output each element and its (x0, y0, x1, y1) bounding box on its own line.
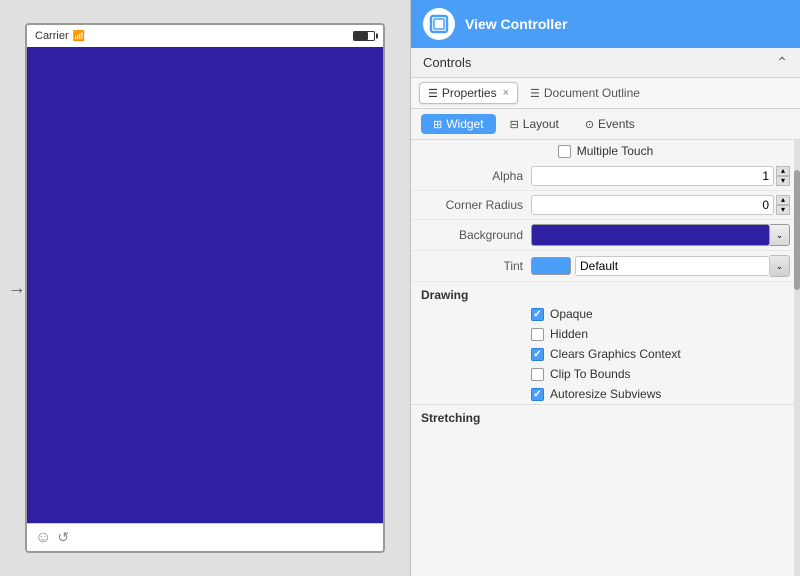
vc-header: View Controller (411, 0, 800, 48)
scrollbar-track (794, 140, 800, 576)
doc-outline-label: Document Outline (544, 86, 640, 100)
tab-layout[interactable]: ⊟ Layout (498, 114, 571, 134)
opaque-checkbox[interactable] (531, 308, 544, 321)
simulator-frame: Carrier 📶 ☺ ↺ (25, 23, 385, 553)
alpha-stepper: ▴ ▾ (776, 166, 790, 186)
events-icon: ⊙ (585, 118, 594, 131)
tab-events[interactable]: ⊙ Events (573, 114, 647, 134)
carrier-label: Carrier (35, 30, 69, 42)
events-label: Events (598, 117, 635, 131)
background-dropdown-btn[interactable]: ⌄ (770, 224, 790, 246)
stretching-header: Stretching (411, 404, 800, 427)
multiple-touch-row: Multiple Touch (411, 140, 800, 162)
opaque-label: Opaque (550, 307, 593, 321)
simulator-bottom-bar: ☺ ↺ (27, 523, 383, 551)
tab-bar: ☰ Properties × ☰ Document Outline (411, 78, 800, 109)
simulator-panel: → Carrier 📶 ☺ ↺ (0, 0, 410, 576)
controls-label: Controls (423, 55, 471, 70)
background-row: Background ⌄ (411, 220, 800, 251)
inspector-panel: View Controller Controls ⌃ ☰ Properties … (410, 0, 800, 576)
vc-title: View Controller (465, 16, 567, 32)
corner-radius-label: Corner Radius (421, 198, 531, 212)
simulator-statusbar: Carrier 📶 (27, 25, 383, 47)
alpha-label: Alpha (421, 169, 531, 183)
vc-square-icon (429, 14, 449, 34)
corner-radius-stepper-down[interactable]: ▾ (776, 205, 790, 215)
corner-radius-stepper-up[interactable]: ▴ (776, 195, 790, 205)
hidden-checkbox[interactable] (531, 328, 544, 341)
tab-close-button[interactable]: × (503, 87, 509, 99)
layout-label: Layout (523, 117, 559, 131)
statusbar-right (353, 31, 375, 41)
alpha-input[interactable] (531, 166, 774, 186)
tint-dropdown-arrow[interactable]: ⌄ (770, 255, 790, 277)
hidden-label: Hidden (550, 327, 588, 341)
arrow-indicator: → (8, 278, 26, 299)
doc-outline-icon: ☰ (530, 87, 540, 100)
clears-graphics-checkbox[interactable] (531, 348, 544, 361)
clears-graphics-row: Clears Graphics Context (411, 344, 800, 364)
hidden-row: Hidden (411, 324, 800, 344)
properties-icon: ☰ (428, 87, 438, 100)
background-dropdown-arrow: ⌄ (776, 230, 784, 241)
tint-row: Tint Default ⌄ (411, 251, 800, 282)
tab-properties[interactable]: ☰ Properties × (419, 82, 518, 104)
drawing-header: Drawing (411, 282, 800, 304)
corner-radius-stepper: ▴ ▾ (776, 195, 790, 215)
statusbar-left: Carrier 📶 (35, 30, 85, 42)
tint-value-label: Default (580, 259, 765, 273)
clip-to-bounds-checkbox[interactable] (531, 368, 544, 381)
tint-select[interactable]: Default (575, 256, 770, 276)
clip-to-bounds-row: Clip To Bounds (411, 364, 800, 384)
alpha-stepper-down[interactable]: ▾ (776, 176, 790, 186)
alpha-value: ▴ ▾ (531, 166, 790, 186)
scrollbar-thumb[interactable] (794, 170, 800, 290)
clears-graphics-label: Clears Graphics Context (550, 347, 681, 361)
clip-to-bounds-label: Clip To Bounds (550, 367, 631, 381)
battery-fill (354, 32, 368, 40)
widget-icon: ⊞ (433, 118, 442, 131)
opaque-row: Opaque (411, 304, 800, 324)
multiple-touch-checkbox[interactable] (558, 145, 571, 158)
tint-label: Tint (421, 259, 531, 273)
vc-icon (423, 8, 455, 40)
autoresize-label: Autoresize Subviews (550, 387, 661, 401)
chevron-up-icon[interactable]: ⌃ (776, 54, 788, 71)
background-value: ⌄ (531, 224, 790, 246)
layout-icon: ⊟ (510, 118, 519, 131)
tab-widget[interactable]: ⊞ Widget (421, 114, 496, 134)
background-color-well[interactable] (531, 224, 770, 246)
corner-radius-input[interactable] (531, 195, 774, 215)
alpha-row: Alpha ▴ ▾ (411, 162, 800, 191)
corner-radius-value: ▴ ▾ (531, 195, 790, 215)
wifi-icon: 📶 (73, 31, 85, 42)
autoresize-row: Autoresize Subviews (411, 384, 800, 404)
view-tabs: ⊞ Widget ⊟ Layout ⊙ Events (411, 109, 800, 140)
properties-content: Multiple Touch Alpha ▴ ▾ Corner Radius ▴… (411, 140, 800, 576)
tint-chevron: ⌄ (776, 261, 784, 272)
multiple-touch-label: Multiple Touch (577, 144, 654, 158)
autoresize-checkbox[interactable] (531, 388, 544, 401)
recycle-icon: ↺ (57, 529, 69, 546)
battery-icon (353, 31, 375, 41)
widget-label: Widget (446, 117, 483, 131)
background-label: Background (421, 228, 531, 242)
properties-label: Properties (442, 86, 497, 100)
controls-section: Controls ⌃ (411, 48, 800, 78)
smiley-icon: ☺ (35, 529, 51, 547)
alpha-stepper-up[interactable]: ▴ (776, 166, 790, 176)
corner-radius-row: Corner Radius ▴ ▾ (411, 191, 800, 220)
simulator-content (27, 47, 383, 523)
tab-doc-outline[interactable]: ☰ Document Outline (522, 83, 648, 103)
tint-color-preview (531, 257, 571, 275)
tint-value: Default ⌄ (531, 255, 790, 277)
